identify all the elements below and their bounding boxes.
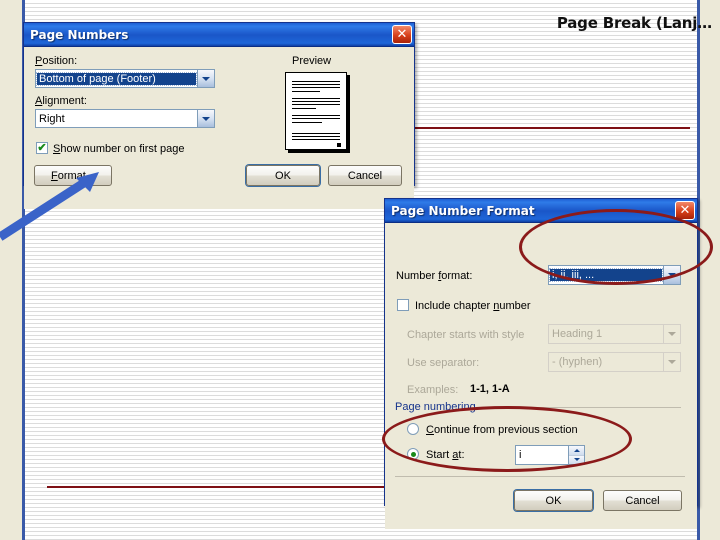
ok-button-label: OK (545, 494, 562, 507)
chapter-style-combobox: Heading 1 (548, 324, 681, 344)
ok-button-dialog1[interactable]: OK (246, 165, 320, 186)
close-icon[interactable]: ✕ (392, 25, 412, 44)
preview-label: Preview (292, 55, 332, 67)
examples-label: Examples: (407, 384, 459, 396)
chapter-style-combobox-value: Heading 1 (552, 328, 603, 340)
left-page-margin (0, 0, 22, 540)
chevron-down-icon (663, 353, 680, 371)
alignment-label: Alignment: (35, 95, 87, 107)
alignment-combobox-value: Right (39, 112, 65, 125)
preview-thumbnail (285, 72, 347, 150)
use-separator-label: Use separator: (407, 357, 480, 369)
show-number-first-page-label: Show number on first page (53, 143, 185, 155)
check-icon: ✔ (37, 141, 47, 154)
position-label: Position: (35, 55, 78, 67)
dialog1-titlebar[interactable]: Page Numbers ✕ (24, 23, 414, 47)
ok-button-label: OK (275, 169, 291, 182)
use-separator-combobox-value: - (hyphen) (552, 356, 603, 368)
chevron-down-icon[interactable] (197, 110, 214, 127)
section-break-rule-top (404, 127, 690, 129)
include-chapter-number-label: Include chapter number (415, 300, 531, 312)
chevron-down-icon[interactable] (197, 70, 214, 87)
arrow-pointing-to-format-button (0, 172, 99, 241)
cancel-button-dialog2[interactable]: Cancel (603, 490, 682, 511)
dialog1-title: Page Numbers (30, 27, 129, 42)
position-combobox-value: Bottom of page (Footer) (36, 71, 197, 86)
position-combobox[interactable]: Bottom of page (Footer) (35, 69, 215, 88)
cancel-button-label: Cancel (625, 494, 660, 507)
chapter-style-label: Chapter starts with style (407, 329, 525, 341)
button-separator-rule (395, 476, 685, 477)
alignment-combobox[interactable]: Right (35, 109, 215, 128)
dialog2-title: Page Number Format (391, 203, 535, 218)
cancel-button-label: Cancel (347, 169, 383, 182)
chevron-down-icon (663, 325, 680, 343)
show-number-first-page-checkbox[interactable]: ✔ (36, 142, 48, 154)
highlight-number-format-ellipse (519, 209, 713, 285)
cancel-button-dialog1[interactable]: Cancel (328, 165, 402, 186)
highlight-start-at-ellipse (382, 406, 632, 472)
include-chapter-number-checkbox[interactable] (397, 299, 409, 311)
examples-value: 1-1, 1-A (470, 383, 510, 395)
use-separator-combobox: - (hyphen) (548, 352, 681, 372)
preview-page-number-marker (337, 143, 341, 147)
page-numbers-dialog[interactable]: Page Numbers ✕ Position: Bottom of page … (23, 22, 415, 209)
ok-button-dialog2[interactable]: OK (514, 490, 593, 511)
slide-title: Page Break (Lanj… (556, 14, 712, 32)
number-format-label: Number format: (396, 270, 473, 282)
right-page-margin (700, 0, 720, 540)
